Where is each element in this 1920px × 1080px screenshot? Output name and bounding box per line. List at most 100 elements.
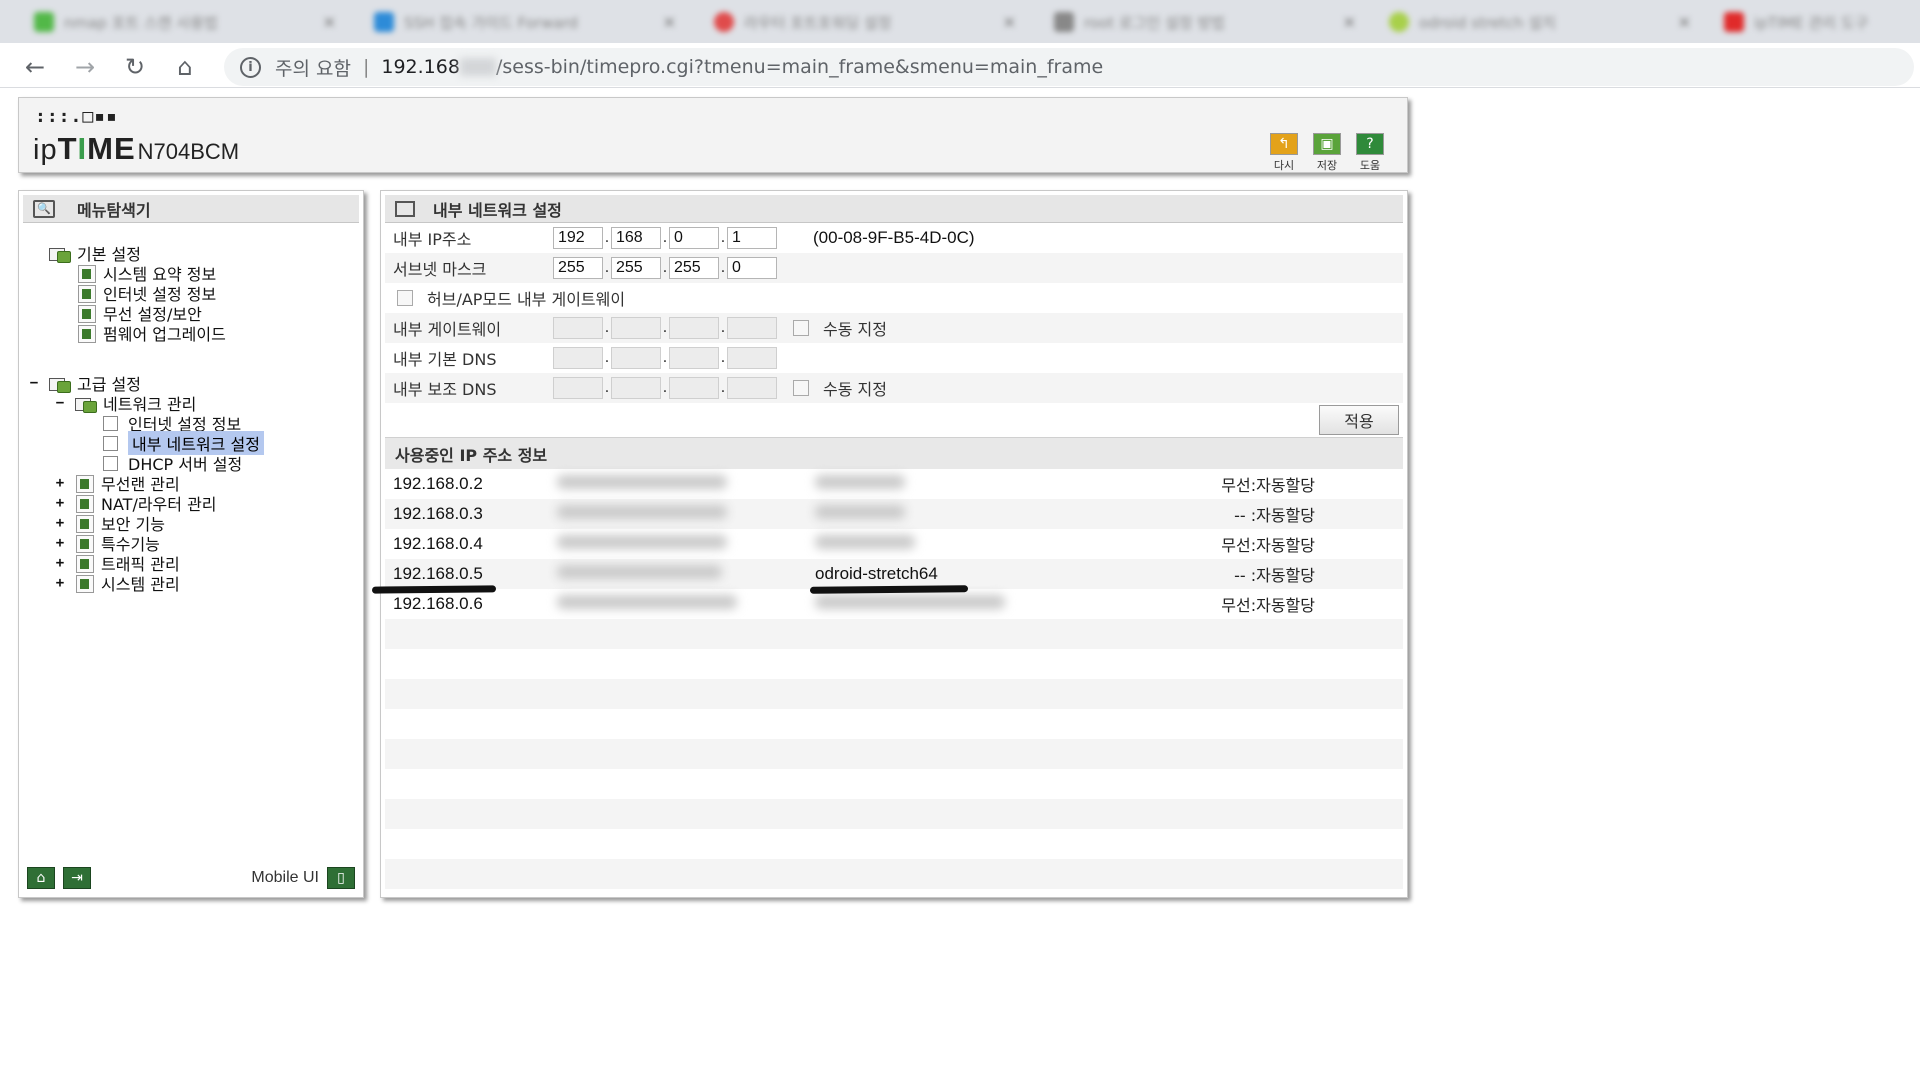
browser-tab-6[interactable]: ipTIME 관리 도구 (1710, 4, 1915, 40)
back-icon[interactable]: ← (18, 50, 52, 84)
gateway-label: 내부 게이트웨이 (393, 320, 502, 339)
lan-settings-title: 내부 네트워크 설정 (385, 195, 1403, 223)
gateway-manual-label: 수동 지정 (823, 320, 887, 339)
reload-page-label: 다시 (1273, 159, 1295, 172)
apply-button[interactable]: 적용 (1319, 405, 1399, 435)
dns1-octet-2[interactable] (611, 347, 661, 369)
subnet-octet-3[interactable] (669, 257, 719, 279)
tab-close-icon[interactable]: ✕ (1343, 13, 1356, 32)
lease-mac-redacted (557, 534, 815, 554)
gateway-manual-checkbox[interactable] (793, 320, 809, 336)
save-config-button[interactable]: ▣ 저장 (1312, 133, 1342, 173)
tree-traffic-management[interactable]: + 트래픽 관리 (53, 553, 180, 574)
browser-tab-2[interactable]: SSH 접속 가이드 Forward ✕ (360, 4, 690, 40)
tree-network-management[interactable]: − 네트워크 관리 (53, 393, 197, 414)
tree-special-features[interactable]: + 특수기능 (53, 533, 160, 554)
tree-system-management[interactable]: + 시스템 관리 (53, 573, 180, 594)
lan-ip-octet-2[interactable] (611, 227, 661, 249)
browser-tab-3[interactable]: 라우터 포트포워딩 설정 ✕ (700, 4, 1030, 40)
dns2-row: 내부 보조 DNS . . . 수동 지정 (385, 373, 1403, 403)
expand-icon[interactable]: + (53, 515, 67, 531)
gateway-octet-1[interactable] (553, 317, 603, 339)
tree-label: 시스템 관리 (101, 575, 180, 594)
dns1-octet-4[interactable] (727, 347, 777, 369)
lan-ip-octet-3[interactable] (669, 227, 719, 249)
info-icon[interactable]: i (240, 56, 261, 78)
dns2-octet-2[interactable] (611, 377, 661, 399)
dns2-octet-1[interactable] (553, 377, 603, 399)
collapse-icon[interactable]: − (53, 395, 67, 411)
home-icon[interactable]: ⌂ (168, 50, 202, 84)
empty-row (385, 769, 1403, 799)
expand-icon[interactable]: + (53, 555, 67, 571)
tree-dhcp-settings[interactable]: DHCP 서버 설정 (103, 453, 242, 474)
menu-title-text: 메뉴탐색기 (77, 200, 151, 220)
tree-firmware-upgrade[interactable]: 펌웨어 업그레이드 (77, 323, 226, 344)
octet-dot: . (604, 230, 610, 246)
tree-internet-info[interactable]: 인터넷 설정 정보 (77, 283, 216, 304)
gateway-octet-4[interactable] (727, 317, 777, 339)
forward-icon[interactable]: → (68, 50, 102, 84)
expand-icon[interactable]: + (53, 535, 67, 551)
lease-ip: 192.168.0.4 (393, 534, 483, 553)
dns1-field: . . . (553, 347, 777, 369)
tree-advanced-settings[interactable]: − 고급 설정 (27, 373, 141, 394)
home-button[interactable]: ⌂ (27, 867, 55, 889)
lan-ip-octet-4[interactable] (727, 227, 777, 249)
tab-label: SSH 접속 가이드 Forward (404, 13, 578, 32)
tab-favicon-icon (1054, 12, 1074, 32)
help-button[interactable]: ? 도움 (1355, 133, 1385, 173)
tree-wireless-security[interactable]: 무선 설정/보안 (77, 303, 202, 324)
tab-close-icon[interactable]: ✕ (1678, 13, 1691, 32)
hub-mode-checkbox[interactable] (397, 290, 413, 306)
lan-ip-octet-1[interactable] (553, 227, 603, 249)
browser-tab-5[interactable]: odroid stretch 설치 ✕ (1375, 4, 1705, 40)
tab-label: root 로그인 설정 방법 (1084, 13, 1225, 32)
tree-wlan-management[interactable]: + 무선랜 관리 (53, 473, 180, 494)
tree-system-summary[interactable]: 시스템 요약 정보 (77, 263, 216, 284)
folder-icon (49, 375, 73, 393)
mobile-ui-button[interactable]: ▯ (327, 867, 355, 889)
dns1-octet-3[interactable] (669, 347, 719, 369)
dns1-octet-1[interactable] (553, 347, 603, 369)
lease-mac-redacted (557, 474, 815, 494)
tab-close-icon[interactable]: ✕ (323, 13, 336, 32)
tree-security[interactable]: + 보안 기능 (53, 513, 165, 534)
logo-time-t: T (57, 131, 78, 166)
collapse-icon[interactable]: − (27, 375, 41, 391)
reload-icon[interactable]: ↻ (118, 50, 152, 84)
subnet-octet-2[interactable] (611, 257, 661, 279)
hub-mode-row: 허브/AP모드 내부 게이트웨이 (385, 283, 1403, 313)
mobile-ui-link[interactable]: Mobile UI (251, 869, 319, 887)
browser-tab-4[interactable]: root 로그인 설정 방법 ✕ (1040, 4, 1370, 40)
help-label: 도움 (1359, 159, 1381, 172)
tree-lan-settings[interactable]: 내부 네트워크 설정 (103, 431, 264, 455)
tab-close-icon[interactable]: ✕ (663, 13, 676, 32)
gateway-octet-2[interactable] (611, 317, 661, 339)
expand-icon[interactable]: + (53, 575, 67, 591)
subnet-octet-1[interactable] (553, 257, 603, 279)
logout-button[interactable]: ⇥ (63, 867, 91, 889)
expand-icon[interactable]: + (53, 495, 67, 511)
address-bar[interactable]: i 주의 요함 | 192.168 /sess-bin/timepro.cgi?… (224, 48, 1914, 86)
dns2-octet-3[interactable] (669, 377, 719, 399)
browser-tab-1[interactable]: nmap 포트 스캔 사용법 ✕ (20, 4, 350, 40)
tree-basic-settings[interactable]: 기본 설정 (49, 243, 141, 264)
octet-dot: . (720, 380, 726, 396)
save-config-label: 저장 (1316, 159, 1338, 172)
chart-icon (77, 264, 97, 283)
dns-manual-checkbox[interactable] (793, 380, 809, 396)
octet-dot: . (662, 350, 668, 366)
dns2-octet-4[interactable] (727, 377, 777, 399)
tree-label: 펌웨어 업그레이드 (103, 325, 226, 344)
tree-nat-router[interactable]: + NAT/라우터 관리 (53, 493, 217, 514)
tree-internet-settings[interactable]: 인터넷 설정 정보 (103, 413, 241, 434)
gateway-octet-3[interactable] (669, 317, 719, 339)
tab-close-icon[interactable]: ✕ (1003, 13, 1016, 32)
tab-label: odroid stretch 설치 (1419, 13, 1556, 32)
iptime-logo: ip TIME N704BCM (33, 131, 239, 167)
expand-icon[interactable]: + (53, 475, 67, 491)
subnet-octet-4[interactable] (727, 257, 777, 279)
url-path: /sess-bin/timepro.cgi?tmenu=main_frame&s… (495, 56, 1104, 78)
reload-page-button[interactable]: ↰ 다시 (1269, 133, 1299, 173)
